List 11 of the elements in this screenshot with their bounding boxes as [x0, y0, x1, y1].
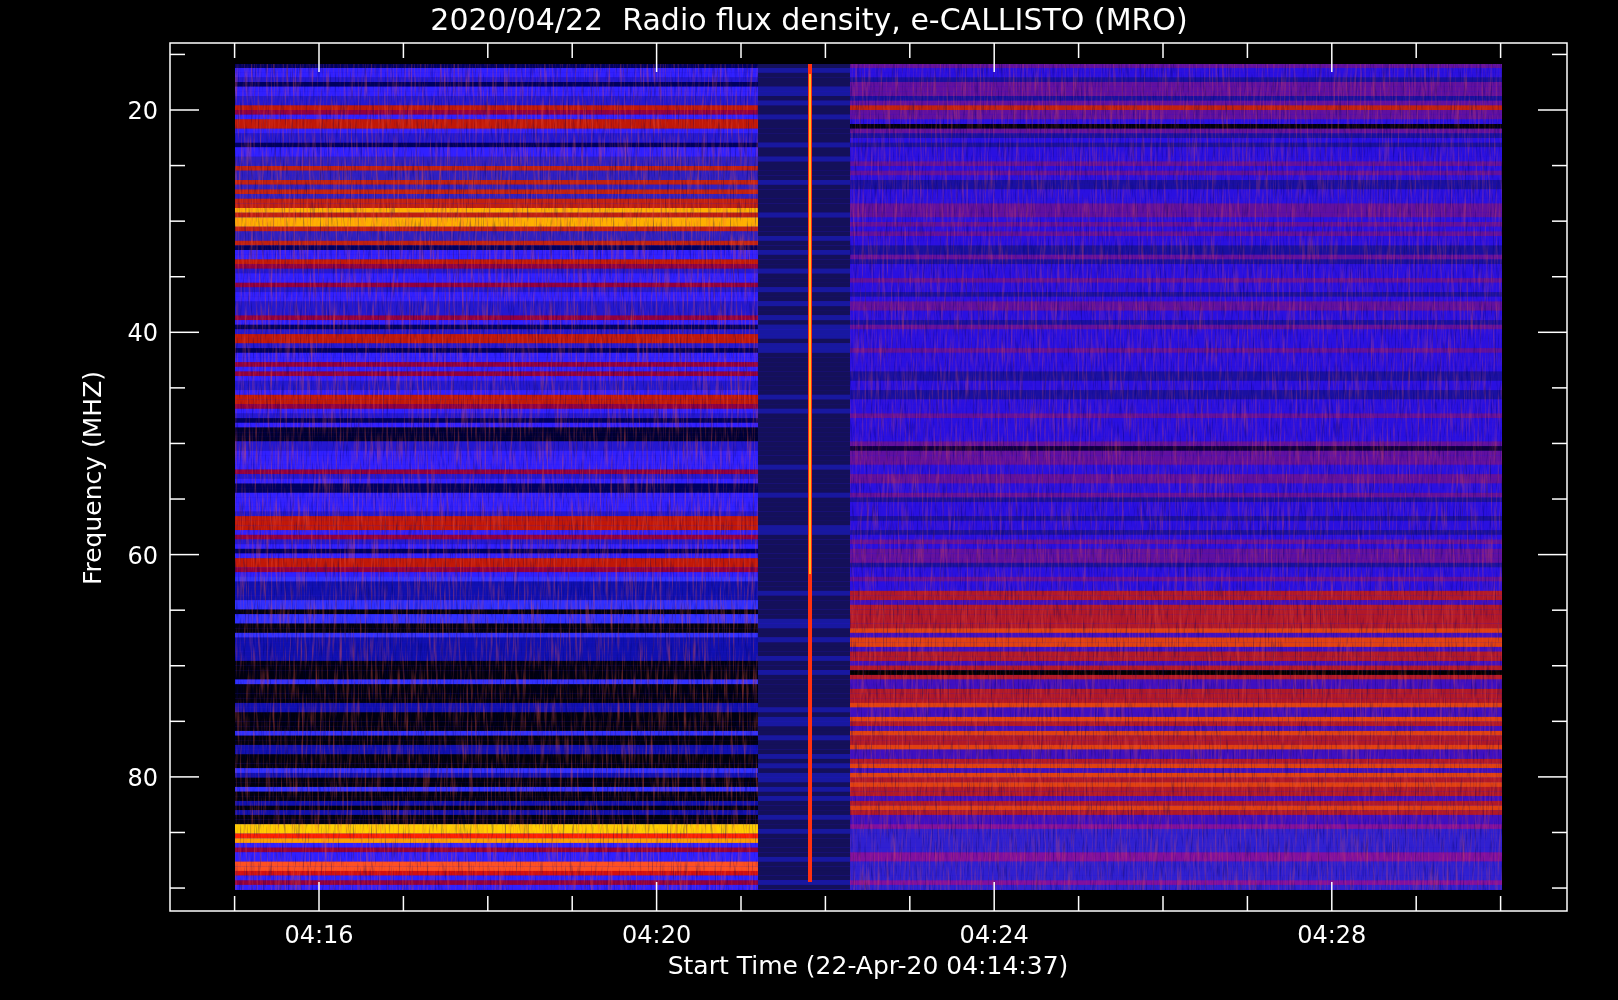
- tick-label: 40: [127, 319, 158, 348]
- tick-label: 20: [127, 97, 158, 125]
- tick-label: 04:16: [284, 921, 354, 949]
- axis-label: Frequency (MHZ): [78, 370, 107, 586]
- tick-label: 04:28: [1297, 921, 1367, 949]
- tick-label: 60: [127, 541, 158, 570]
- tick-label: 04:20: [622, 921, 692, 949]
- chart-title: 2020/04/22 Radio flux density, e-CALLISTO (MRO): [430, 2, 1188, 37]
- tick-label: 80: [127, 763, 158, 792]
- tick-label: 04:24: [959, 921, 1029, 949]
- axis-label: Start Time (22-Apr-20 04:14:37): [667, 951, 1069, 980]
